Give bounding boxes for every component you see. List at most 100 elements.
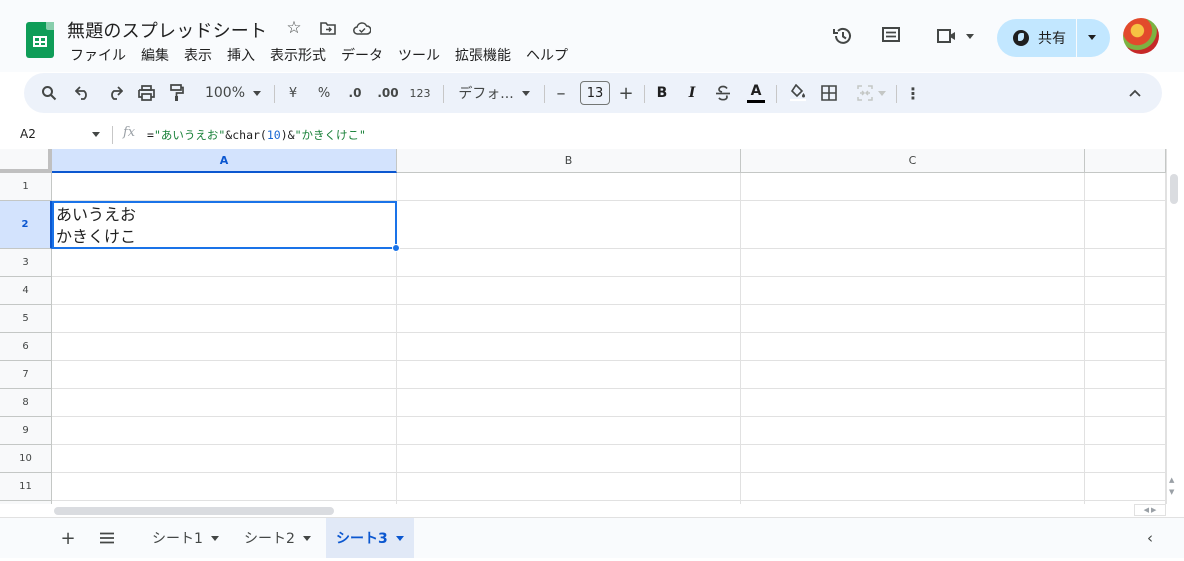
- borders-icon[interactable]: [818, 73, 840, 113]
- move-to-folder-icon[interactable]: [318, 18, 338, 38]
- redo-icon[interactable]: [104, 73, 126, 113]
- currency-format-button[interactable]: ¥: [282, 73, 304, 113]
- row-header-1[interactable]: 1: [0, 173, 52, 201]
- meet-icon[interactable]: [934, 24, 976, 48]
- grid-cell[interactable]: [1085, 173, 1166, 201]
- row-header-7[interactable]: 7: [0, 361, 52, 389]
- fill-handle[interactable]: [392, 244, 400, 252]
- grid-cell[interactable]: [52, 361, 397, 389]
- menu-data[interactable]: データ: [338, 45, 386, 65]
- avatar[interactable]: [1123, 18, 1159, 54]
- row-header-8[interactable]: 8: [0, 389, 52, 417]
- text-color-button[interactable]: A: [744, 73, 768, 113]
- grid-cell[interactable]: [52, 445, 397, 473]
- grid-cell[interactable]: [397, 333, 741, 361]
- grid-cell[interactable]: [397, 361, 741, 389]
- font-size-field[interactable]: 13: [578, 73, 612, 113]
- select-all-corner[interactable]: [0, 149, 52, 173]
- row-header-6[interactable]: 6: [0, 333, 52, 361]
- sheet-tab-caret-icon[interactable]: [302, 535, 311, 541]
- version-history-icon[interactable]: [831, 24, 855, 48]
- grid-cell[interactable]: [397, 417, 741, 445]
- share-caret-icon[interactable]: [1088, 35, 1096, 40]
- menu-edit[interactable]: 編集: [138, 45, 172, 65]
- sheets-logo-icon[interactable]: [26, 22, 54, 58]
- grid-cell[interactable]: [1085, 361, 1166, 389]
- paint-format-icon[interactable]: [166, 73, 188, 113]
- column-header-d[interactable]: [1085, 149, 1166, 173]
- decrease-font-size-button[interactable]: –: [551, 73, 571, 113]
- horizontal-scroll-arrows[interactable]: ◀ ▶: [1134, 504, 1166, 516]
- grid-cell[interactable]: [741, 305, 1085, 333]
- grid-cell[interactable]: [741, 333, 1085, 361]
- star-icon[interactable]: ☆: [284, 18, 304, 38]
- spreadsheet-grid[interactable]: A B C 1 2 3 4 5 6 7 8 9 10 11 あいうえお かきくけ…: [0, 149, 1166, 504]
- grid-cell[interactable]: [1085, 445, 1166, 473]
- menu-help[interactable]: ヘルプ: [523, 45, 571, 65]
- scroll-right-icon[interactable]: ▶: [1151, 506, 1156, 514]
- cloud-saved-icon[interactable]: [352, 18, 372, 38]
- grid-cell[interactable]: [1085, 305, 1166, 333]
- grid-cell[interactable]: [52, 333, 397, 361]
- grid-cell[interactable]: [397, 201, 741, 249]
- sheet-tab-caret-icon[interactable]: [395, 535, 404, 541]
- grid-cell[interactable]: [741, 277, 1085, 305]
- sheet-tab-1[interactable]: シート1: [142, 518, 229, 558]
- grid-cell[interactable]: [52, 473, 397, 501]
- grid-cell[interactable]: [1085, 389, 1166, 417]
- row-header-10[interactable]: 10: [0, 445, 52, 473]
- fill-color-icon[interactable]: [786, 73, 810, 113]
- grid-cell[interactable]: [52, 305, 397, 333]
- row-header-12[interactable]: [0, 501, 52, 504]
- font-size-value[interactable]: 13: [580, 81, 610, 105]
- grid-cell[interactable]: [741, 417, 1085, 445]
- grid-cell[interactable]: [741, 201, 1085, 249]
- menu-extensions[interactable]: 拡張機能: [452, 45, 514, 65]
- sheet-tab-2[interactable]: シート2: [234, 518, 321, 558]
- row-header-4[interactable]: 4: [0, 277, 52, 305]
- grid-cell[interactable]: [1085, 249, 1166, 277]
- row-header-2[interactable]: 2: [0, 201, 52, 249]
- grid-cell[interactable]: [1085, 417, 1166, 445]
- grid-cell[interactable]: [52, 277, 397, 305]
- merge-cells-icon[interactable]: [851, 73, 891, 113]
- horizontal-scrollbar[interactable]: [52, 504, 1166, 517]
- formula-input[interactable]: ="あいうえお"&char(10)&"かきくけこ": [147, 127, 366, 143]
- grid-cell[interactable]: [741, 389, 1085, 417]
- grid-cell[interactable]: [741, 361, 1085, 389]
- grid-cell[interactable]: [741, 445, 1085, 473]
- sheet-tab-3[interactable]: シート3: [326, 518, 414, 558]
- column-header-a[interactable]: A: [52, 149, 397, 173]
- comments-icon[interactable]: [879, 24, 903, 48]
- add-sheet-icon[interactable]: +: [58, 528, 78, 549]
- grid-cell[interactable]: [52, 173, 397, 201]
- document-title[interactable]: 無題のスプレッドシート: [67, 17, 267, 43]
- column-header-b[interactable]: B: [397, 149, 741, 173]
- grid-cell[interactable]: [741, 473, 1085, 501]
- grid-cell[interactable]: [741, 249, 1085, 277]
- side-panel-toggle-icon[interactable]: ‹: [1143, 528, 1157, 548]
- row-header-11[interactable]: 11: [0, 473, 52, 501]
- grid-cell[interactable]: [1085, 333, 1166, 361]
- all-sheets-icon[interactable]: [97, 528, 117, 548]
- grid-cell[interactable]: [52, 249, 397, 277]
- grid-cell[interactable]: [1085, 201, 1166, 249]
- grid-cell[interactable]: [1085, 277, 1166, 305]
- share-button[interactable]: 共有: [997, 19, 1110, 57]
- vertical-scrollbar[interactable]: ▲ ▼: [1166, 149, 1184, 504]
- increase-decimal-button[interactable]: .00: [374, 73, 402, 113]
- menu-tools[interactable]: ツール: [395, 45, 443, 65]
- name-box[interactable]: A2: [20, 127, 36, 141]
- vertical-scroll-arrows[interactable]: ▲ ▼: [1169, 474, 1174, 498]
- decrease-decimal-button[interactable]: .0: [342, 73, 368, 113]
- sheet-tab-caret-icon[interactable]: [210, 535, 219, 541]
- menu-view[interactable]: 表示: [181, 45, 215, 65]
- vertical-scroll-thumb[interactable]: [1170, 174, 1178, 204]
- row-header-5[interactable]: 5: [0, 305, 52, 333]
- column-header-c[interactable]: C: [741, 149, 1085, 173]
- more-formats-button[interactable]: 123: [407, 73, 433, 113]
- more-options-icon[interactable]: ⋮: [904, 73, 922, 113]
- search-icon[interactable]: [38, 73, 60, 113]
- grid-cell[interactable]: [397, 389, 741, 417]
- menu-insert[interactable]: 挿入: [224, 45, 258, 65]
